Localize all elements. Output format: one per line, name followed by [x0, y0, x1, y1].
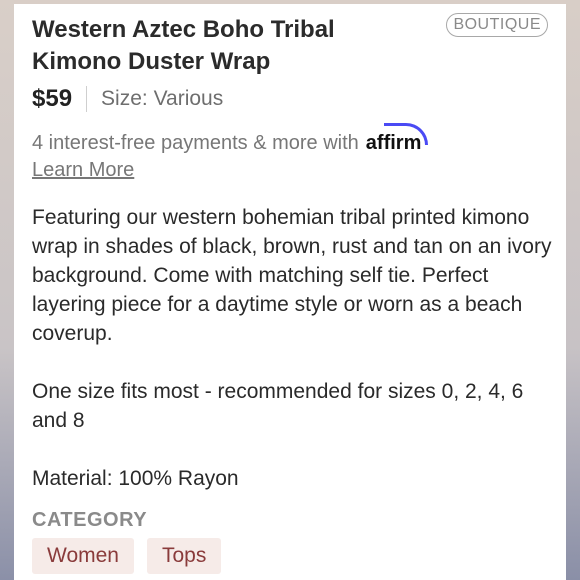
product-title-line1: Western Aztec Boho Tribal	[32, 16, 335, 43]
learn-more-link[interactable]: Learn More	[32, 159, 134, 182]
price-divider	[86, 86, 88, 112]
product-title-line2: Kimono Duster Wrap	[32, 48, 271, 75]
description-paragraph: Featuring our western bohemian tribal pr…	[32, 206, 552, 345]
category-tags: Women Tops	[32, 538, 222, 574]
affirm-logo: affirm	[366, 123, 428, 155]
right-image-edge	[566, 0, 580, 580]
product-title: Western Aztec Boho Tribal Kimono Duster …	[32, 14, 422, 78]
price: $59	[32, 85, 73, 112]
description-paragraph: One size fits most - recommended for siz…	[32, 380, 524, 432]
category-tag-women[interactable]: Women	[32, 538, 134, 574]
category-label: CATEGORY	[32, 509, 148, 531]
product-description: Featuring our western bohemian tribal pr…	[32, 203, 552, 493]
affirm-arc-icon	[383, 123, 428, 145]
price-row: $59 Size: Various	[32, 84, 223, 114]
left-image-edge	[0, 0, 14, 580]
boutique-badge: BOUTIQUE	[446, 13, 548, 37]
product-details-card: Western Aztec Boho Tribal Kimono Duster …	[14, 4, 566, 580]
financing-info: 4 interest-free payments & more with aff…	[32, 123, 428, 155]
financing-text: 4 interest-free payments & more with	[32, 132, 359, 154]
description-paragraph: Material: 100% Rayon	[32, 467, 239, 490]
size-info: Size: Various	[101, 87, 224, 110]
category-tag-tops[interactable]: Tops	[146, 538, 222, 574]
